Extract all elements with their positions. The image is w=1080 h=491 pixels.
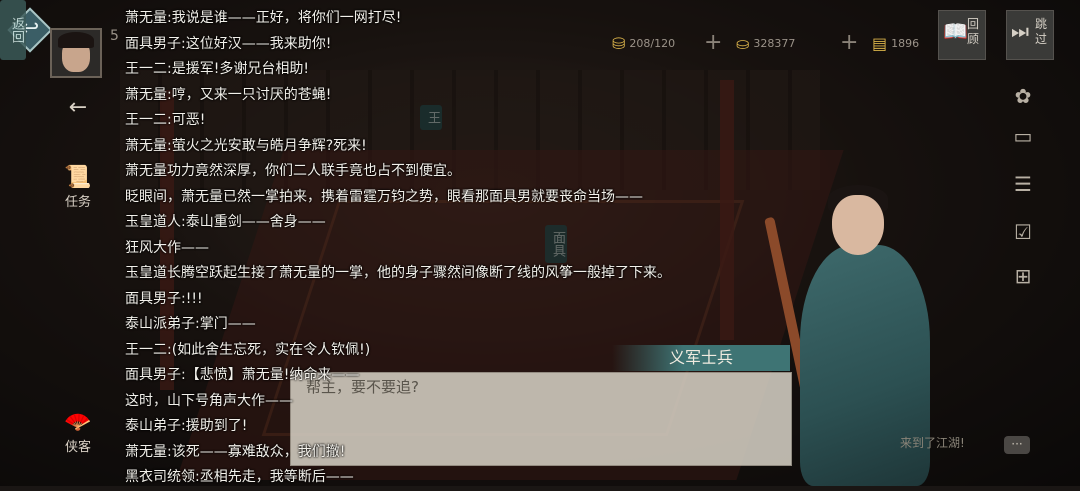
fan-icon: 🪭 (64, 410, 92, 435)
story-log[interactable]: 萧无量:我说是谁——正好，将你们一网打尽! 面具男子:这位好汉——我来助你! 王一二… (125, 6, 765, 491)
hero-button[interactable]: 🪭 侠客 (56, 410, 100, 455)
skip-label: 跳过 (1035, 17, 1048, 46)
task-label: 任务 (64, 195, 91, 210)
left-arrow-button[interactable]: ← (56, 95, 100, 139)
scroll-icon: 📜 (64, 165, 92, 190)
resource-value: 1896 (891, 36, 920, 50)
log-line: 萧无量:萤火之光安敢与皓月争辉?死来! (125, 137, 367, 154)
gold-bars-icon: ▤ (872, 33, 888, 53)
log-line: 玉皇道长腾空跃起生接了萧无量的一掌，他的身子骤然间像断了线的风筝一般掉了下来。 (125, 265, 671, 281)
fast-forward-icon: ⏭ (1011, 19, 1029, 43)
player-avatar[interactable] (50, 28, 102, 78)
scroll-icon: 📖 (943, 19, 968, 43)
return-tag[interactable]: 返回 (0, 0, 26, 60)
card-icon[interactable]: ▭ (1010, 124, 1036, 150)
log-line: 狂风大作—— (125, 239, 209, 256)
skip-button[interactable]: ⏭ 跳过 (1006, 10, 1054, 60)
log-line: 这时，山下号角声大作—— (125, 392, 293, 409)
left-arrow-icon: ← (68, 95, 88, 120)
flower-icon[interactable]: ✿ (1010, 84, 1036, 110)
log-line: 萧无量功力竟然深厚，你们二人联手竟也占不到便宜。 (125, 163, 461, 179)
log-line: 王一二:可恶! (125, 112, 206, 128)
log-line: 萧无量:该死——寡难敌众，我们撤! (125, 443, 346, 460)
log-line: 面具男子:【悲愤】萧无量!纳命来—— (125, 367, 360, 383)
review-label: 回顾 (967, 17, 980, 46)
log-line: 眨眼间，萧无量已然一掌拍来，携着雷霆万钧之势，眼看那面具男就要丧命当场—— (125, 188, 643, 205)
face (832, 195, 884, 255)
book-icon[interactable]: ☰ (1010, 172, 1036, 198)
player-level: 5 (110, 28, 119, 44)
log-line: 萧无量:哼，又来一只讨厌的苍蝇! (125, 86, 332, 103)
log-line: 黑衣司统领:丞相先走，我等断后—— (125, 469, 354, 485)
chat-bubble-icon[interactable]: ··· (1004, 436, 1030, 454)
avatar-hair (58, 32, 94, 48)
log-line: 玉皇道人:泰山重剑——舍身—— (125, 214, 326, 230)
log-line: 王一二:是援军!多谢兄台相助! (125, 61, 309, 77)
log-line: 面具男子:!!! (125, 290, 203, 307)
review-button[interactable]: 📖 回顾 (938, 10, 986, 60)
resource-gold-bars: ▤ 1896 (872, 30, 919, 56)
map-icon[interactable]: ⊞ (1010, 264, 1036, 290)
add-gold-button[interactable]: + (840, 30, 858, 55)
checklist-icon[interactable]: ☑ (1010, 220, 1036, 246)
log-line: 王一二:(如此舍生忘死，实在令人钦佩!) (125, 341, 371, 358)
hero-label: 侠客 (64, 440, 91, 455)
log-line: 泰山派弟子:掌门—— (125, 316, 256, 332)
log-line: 萧无量:我说是谁——正好，将你们一网打尽! (125, 10, 402, 26)
chat-hint: 来到了江湖! (900, 436, 965, 450)
log-line: 面具男子:这位好汉——我来助你! (125, 35, 332, 52)
task-button[interactable]: 📜 任务 (56, 165, 100, 210)
log-line: 泰山弟子:援助到了! (125, 418, 248, 434)
